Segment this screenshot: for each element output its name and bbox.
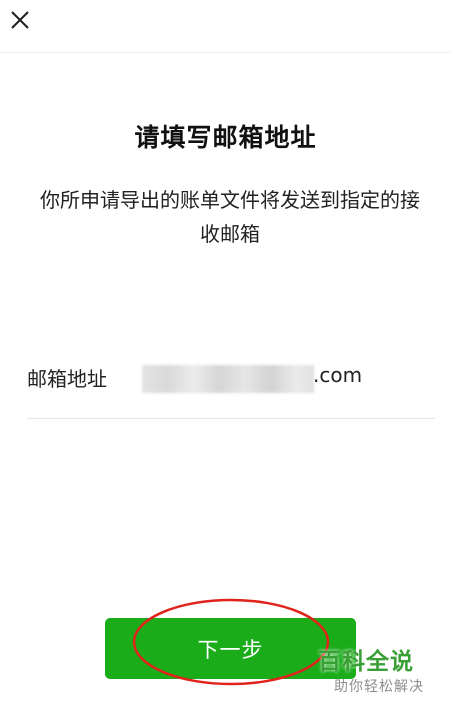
email-export-page: 请填写邮箱地址 你所申请导出的账单文件将发送到指定的接收邮箱 邮箱地址 .com… (0, 0, 451, 707)
watermark: 百科全说 助你轻松解决 (318, 640, 448, 702)
close-icon (11, 11, 29, 29)
page-title: 请填写邮箱地址 (134, 123, 317, 152)
email-label: 邮箱地址 (27, 367, 107, 391)
email-field[interactable]: .com (142, 359, 432, 395)
top-bar (0, 0, 451, 53)
page-description: 你所申请导出的账单文件将发送到指定的接收邮箱 (40, 188, 420, 246)
watermark-logo-text: 百科全说 (318, 649, 414, 675)
email-row: 邮箱地址 .com (27, 350, 435, 419)
email-domain-suffix: .com (313, 363, 363, 387)
redacted-email-mask (142, 365, 314, 393)
close-button[interactable] (6, 6, 34, 34)
watermark-tagline: 助你轻松解决 (334, 679, 424, 695)
next-button-label: 下一步 (197, 637, 264, 662)
